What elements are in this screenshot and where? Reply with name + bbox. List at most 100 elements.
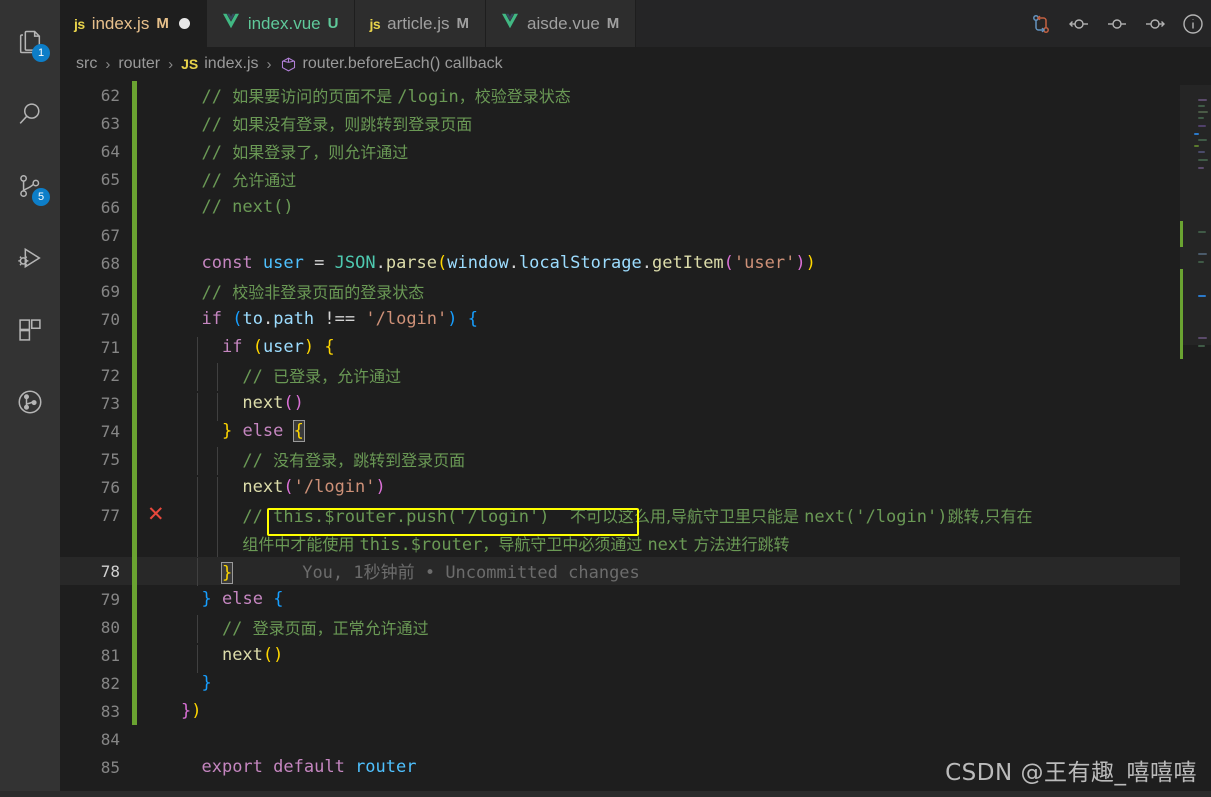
code-line[interactable]: 71 if (user) { bbox=[60, 333, 1180, 365]
code-line[interactable]: 81 next() bbox=[60, 641, 1180, 673]
sidebar-item-git-graph[interactable] bbox=[0, 366, 60, 438]
minimap-git-modified bbox=[1180, 269, 1183, 359]
line-number: 72 bbox=[100, 365, 120, 385]
split-editor-compare-icon[interactable] bbox=[1029, 12, 1053, 36]
minimap-slider[interactable] bbox=[1180, 85, 1211, 345]
code-line-active[interactable]: 78 } You, 1秒钟前 • Uncommitted changes bbox=[60, 557, 1180, 586]
code-line[interactable]: 84 bbox=[60, 725, 1180, 753]
gutter[interactable] bbox=[137, 249, 179, 277]
line-number: 63 bbox=[100, 113, 120, 133]
code-line[interactable]: 66 // next() bbox=[60, 193, 1180, 221]
tab-label: aisde.vue bbox=[527, 13, 600, 33]
chevron-right-icon: › bbox=[266, 55, 272, 73]
gutter[interactable] bbox=[137, 81, 179, 109]
code-line[interactable]: 64 // 如果登录了，则允许通过 bbox=[60, 137, 1180, 165]
code-line[interactable]: 63 // 如果没有登录，则跳转到登录页面 bbox=[60, 109, 1180, 137]
go-to-icon[interactable] bbox=[1105, 12, 1129, 36]
line-content: } else { bbox=[201, 589, 284, 609]
code-line[interactable]: 75 // 没有登录，跳转到登录页面 bbox=[60, 445, 1180, 475]
gutter[interactable] bbox=[137, 389, 179, 417]
gutter[interactable] bbox=[137, 641, 179, 669]
tab-label: index.vue bbox=[247, 13, 321, 33]
code-line[interactable]: 70 if (to.path !== '/login') { bbox=[60, 305, 1180, 333]
code-line[interactable]: 72 // 已登录，允许通过 bbox=[60, 361, 1180, 391]
sidebar-item-explorer[interactable]: 1 bbox=[0, 6, 60, 78]
line-content: next('/login') bbox=[179, 477, 1180, 505]
code-line[interactable]: 82 } bbox=[60, 669, 1180, 697]
sidebar-item-run-and-debug[interactable] bbox=[0, 222, 60, 294]
activity-bar: 1 5 bbox=[0, 0, 60, 797]
gutter[interactable] bbox=[137, 613, 179, 641]
gutter[interactable] bbox=[137, 277, 179, 305]
code-line[interactable]: 65 // 允许通过 bbox=[60, 165, 1180, 193]
tab-index-vue[interactable]: index.vue U bbox=[206, 0, 356, 47]
explorer-badge: 1 bbox=[32, 44, 50, 62]
gutter[interactable] bbox=[137, 669, 179, 697]
line-content: // 允许通过 bbox=[181, 171, 297, 191]
go-back-icon[interactable] bbox=[1067, 12, 1091, 36]
gutter[interactable] bbox=[137, 557, 179, 585]
code-line[interactable]: 79 } else { bbox=[60, 585, 1180, 613]
gutter[interactable] bbox=[137, 333, 179, 361]
code-line[interactable]: 83 }) bbox=[60, 697, 1180, 725]
line-content: // this.$router.push('/login') 不可以这么用,导航… bbox=[179, 503, 1180, 531]
tab-label: index.js bbox=[91, 13, 150, 33]
gutter[interactable] bbox=[137, 193, 179, 221]
line-content: }) bbox=[181, 701, 202, 721]
code-line[interactable]: 85 export default router bbox=[60, 753, 1180, 781]
gutter[interactable] bbox=[137, 473, 179, 501]
sidebar-item-extensions[interactable] bbox=[0, 294, 60, 366]
code-line[interactable]: 68 const user = JSON.parse(window.localS… bbox=[60, 249, 1180, 277]
breadcrumb-item-router[interactable]: router bbox=[118, 55, 160, 73]
gutter[interactable] bbox=[137, 753, 179, 781]
git-blame-annotation[interactable]: You, 1秒钟前 • Uncommitted changes bbox=[232, 563, 640, 583]
code-line[interactable]: 74 } else { bbox=[60, 417, 1180, 448]
gutter[interactable] bbox=[137, 725, 179, 753]
run-debug-icon bbox=[16, 244, 44, 272]
code-line[interactable]: 62 // 如果要访问的页面不是 /login，校验登录状态 bbox=[60, 81, 1180, 109]
code-line[interactable]: 73 next() bbox=[60, 389, 1180, 421]
line-number: 74 bbox=[100, 421, 120, 441]
code-line-error[interactable]: 77 ✕ // this.$router.push('/login') 不可以这… bbox=[60, 501, 1180, 531]
status-bar bbox=[0, 791, 1211, 797]
tab-article-js[interactable]: js article.js M bbox=[355, 0, 486, 47]
gutter[interactable] bbox=[137, 305, 179, 333]
code-editor[interactable]: 62 // 如果要访问的页面不是 /login，校验登录状态 63 // 如果没… bbox=[60, 81, 1211, 797]
tab-aisde-vue[interactable]: aisde.vue M bbox=[486, 0, 637, 47]
line-content: if (to.path !== '/login') { bbox=[201, 309, 479, 329]
code-line[interactable]: 76 next('/login') bbox=[60, 473, 1180, 505]
gutter[interactable] bbox=[137, 445, 179, 473]
gutter[interactable] bbox=[137, 361, 179, 389]
sidebar-item-search[interactable] bbox=[0, 78, 60, 150]
sidebar-item-source-control[interactable]: 5 bbox=[0, 150, 60, 222]
go-forward-icon[interactable] bbox=[1143, 12, 1167, 36]
minimap-git-modified bbox=[1180, 221, 1183, 247]
breadcrumb-item-index-js[interactable]: index.js bbox=[204, 55, 258, 73]
gutter[interactable] bbox=[137, 417, 179, 445]
line-content: 组件中才能使用 this.$router，导航守卫中必须通过 next 方法进行… bbox=[179, 531, 1180, 559]
breadcrumb-item-src[interactable]: src bbox=[76, 55, 97, 73]
gutter[interactable] bbox=[137, 585, 179, 613]
breadcrumb-item-symbol[interactable]: router.beforeEach() callback bbox=[303, 55, 503, 73]
more-info-icon[interactable] bbox=[1181, 12, 1205, 36]
git-graph-icon bbox=[16, 388, 44, 416]
code-line[interactable]: 69 // 校验非登录页面的登录状态 bbox=[60, 277, 1180, 305]
gutter[interactable] bbox=[137, 697, 179, 725]
tab-index-js[interactable]: js index.js M bbox=[60, 0, 207, 47]
error-marker-icon[interactable]: ✕ bbox=[147, 504, 165, 525]
gutter[interactable] bbox=[137, 109, 179, 137]
code-line-wrapped[interactable]: 组件中才能使用 this.$router，导航守卫中必须通过 next 方法进行… bbox=[60, 529, 1180, 559]
gutter[interactable] bbox=[137, 165, 179, 193]
line-content: } else { bbox=[179, 420, 1180, 448]
code-line[interactable]: 67 bbox=[60, 221, 1180, 249]
gutter[interactable] bbox=[137, 137, 179, 165]
code-line[interactable]: 80 // 登录页面，正常允许通过 bbox=[60, 613, 1180, 643]
minimap[interactable] bbox=[1180, 81, 1211, 797]
line-content: // 如果没有登录，则跳转到登录页面 bbox=[181, 115, 473, 135]
tab-dirty-indicator[interactable] bbox=[178, 18, 190, 29]
vue-file-icon bbox=[221, 13, 241, 34]
gutter[interactable] bbox=[137, 221, 179, 249]
gutter[interactable]: ✕ bbox=[137, 501, 179, 529]
gutter bbox=[137, 529, 179, 557]
chevron-right-icon: › bbox=[168, 55, 174, 73]
